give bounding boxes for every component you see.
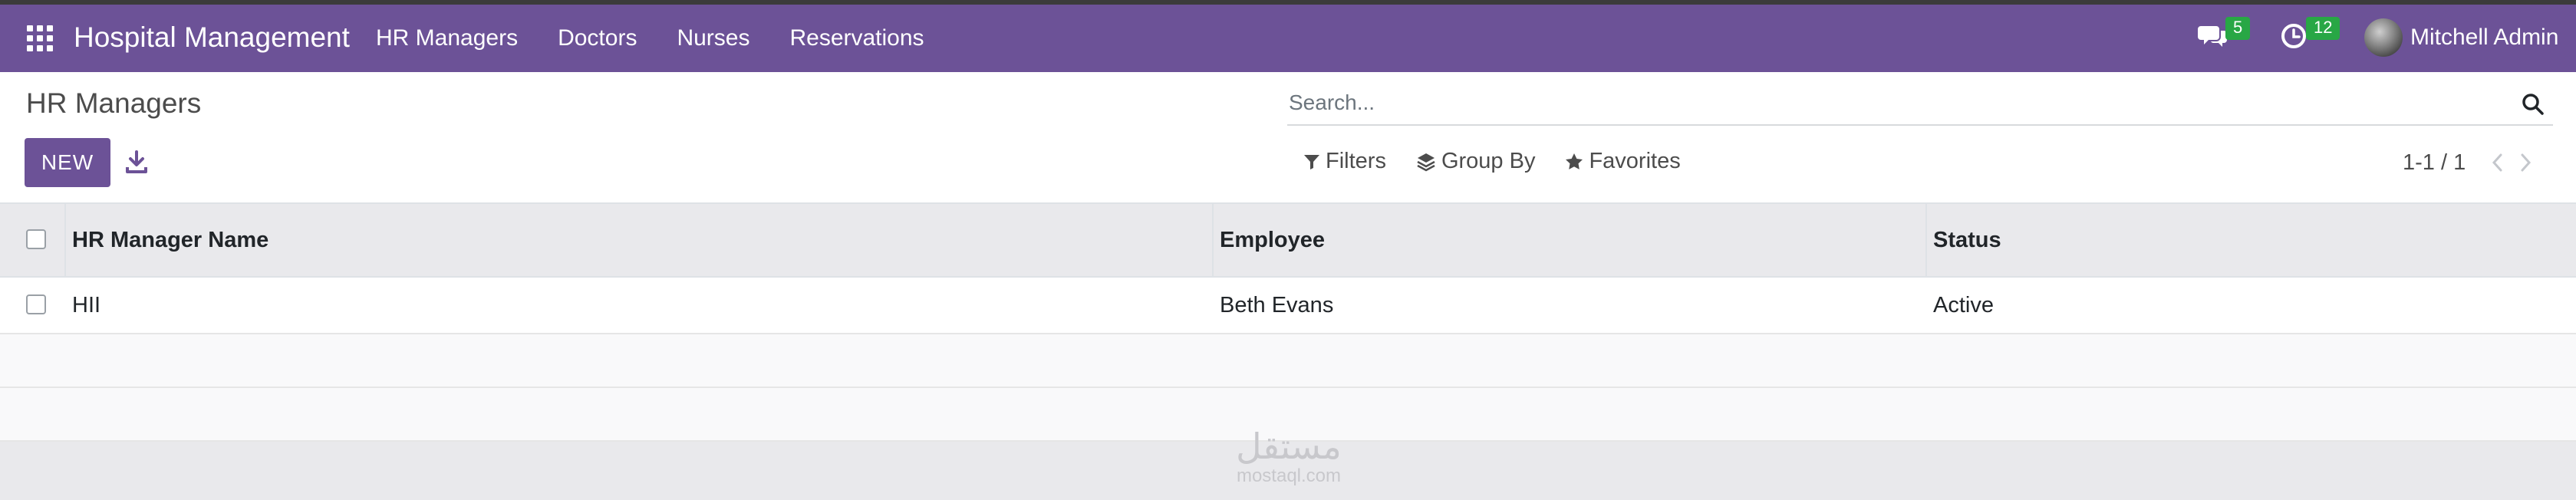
user-name: Mitchell Admin — [2410, 25, 2559, 50]
watermark-arabic: مستقل — [1236, 426, 1342, 467]
table-row[interactable]: HII Beth Evans Active — [0, 278, 2576, 334]
main-menu: HR Managers Doctors Nurses Reservations — [376, 5, 964, 72]
cell-status[interactable]: Active — [1933, 278, 2562, 333]
star-icon — [1566, 153, 1583, 169]
navbar: Hospital Management HR Managers Doctors … — [0, 5, 2576, 72]
select-all-checkbox[interactable] — [26, 229, 46, 249]
page-title: HR Managers — [26, 87, 202, 119]
filter-icon — [1304, 154, 1319, 169]
apps-grid-icon[interactable] — [26, 25, 53, 51]
group-by-toggle[interactable]: Group By — [1415, 149, 1536, 174]
column-divider[interactable] — [1925, 204, 1927, 276]
column-header-status[interactable]: Status — [1933, 204, 2562, 276]
messages-tray[interactable]: 5 — [2198, 17, 2251, 51]
column-header-hr-manager-name[interactable]: HR Manager Name — [72, 204, 1207, 276]
pager-value[interactable]: 1-1 / 1 — [2403, 150, 2466, 176]
menu-nurses[interactable]: Nurses — [677, 25, 749, 51]
search-options: Filters Group By Favorites — [1303, 149, 1710, 174]
watermark-logo: مستقل mostaql.com — [1220, 426, 1358, 486]
row-checkbox[interactable] — [26, 294, 46, 314]
menu-doctors[interactable]: Doctors — [558, 25, 637, 51]
cell-employee[interactable]: Beth Evans — [1220, 278, 1918, 333]
search-input[interactable] — [1289, 87, 2485, 118]
filters-toggle[interactable]: Filters — [1303, 149, 1386, 174]
chevron-left-icon — [2492, 153, 2502, 172]
page: Hospital Management HR Managers Doctors … — [0, 0, 2576, 500]
user-menu[interactable]: Mitchell Admin — [2364, 18, 2558, 57]
menu-reservations[interactable]: Reservations — [789, 25, 924, 51]
empty-row — [0, 334, 2576, 388]
download-icon[interactable] — [123, 149, 150, 176]
search-bar — [1287, 83, 2553, 126]
chevron-right-icon — [2521, 153, 2532, 172]
favorites-toggle[interactable]: Favorites — [1564, 149, 1681, 174]
menu-hr-managers[interactable]: HR Managers — [376, 25, 518, 51]
search-icon[interactable] — [2521, 92, 2545, 117]
clock-icon — [2281, 24, 2306, 48]
column-header-employee[interactable]: Employee — [1220, 204, 1918, 276]
control-panel: HR Managers NEW Filters — [0, 72, 2576, 204]
cell-hr-manager-name[interactable]: HII — [72, 278, 1207, 333]
group-by-label: Group By — [1441, 149, 1536, 173]
table-header: HR Manager Name Employee Status — [0, 204, 2576, 278]
chat-bubbles-icon — [2198, 26, 2227, 47]
user-avatar — [2364, 18, 2403, 57]
messages-count-badge: 5 — [2225, 17, 2251, 40]
filters-label: Filters — [1326, 149, 1386, 173]
activities-tray[interactable]: 12 — [2278, 17, 2340, 51]
pager-next-button[interactable] — [2512, 149, 2539, 176]
pager-previous-button[interactable] — [2484, 149, 2512, 176]
app-brand[interactable]: Hospital Management — [74, 21, 350, 54]
activities-count-badge: 12 — [2306, 17, 2340, 40]
list-table: HR Manager Name Employee Status HII Beth… — [0, 204, 2576, 442]
new-button[interactable]: NEW — [25, 138, 110, 187]
layers-icon — [1417, 153, 1435, 171]
favorites-label: Favorites — [1589, 149, 1681, 173]
pager: 1-1 / 1 — [2403, 149, 2539, 176]
column-divider[interactable] — [1212, 204, 1214, 276]
column-divider — [64, 204, 66, 276]
watermark-latin: mostaql.com — [1236, 465, 1342, 486]
